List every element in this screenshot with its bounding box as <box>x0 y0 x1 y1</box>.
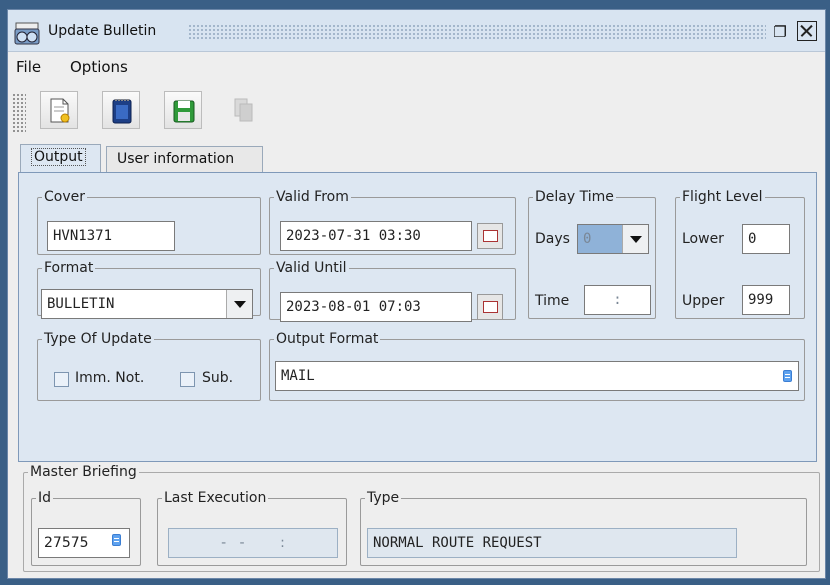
type-of-update-legend: Type Of Update <box>44 331 152 347</box>
delay-time-group: Delay Time Days 0 Time : <box>528 189 656 319</box>
title-bar[interactable]: Update Bulletin ❐ <box>8 10 825 52</box>
copy-button[interactable] <box>224 91 262 129</box>
chevron-down-icon[interactable] <box>622 225 648 253</box>
output-format-group: Output Format MAIL <box>269 331 805 401</box>
title-bar-texture <box>188 24 766 40</box>
id-value: 27575 <box>44 535 89 551</box>
output-format-input[interactable]: MAIL <box>275 361 799 391</box>
tab-output[interactable]: Output <box>20 144 101 174</box>
days-select-value: 0 <box>583 231 592 247</box>
database-icon[interactable] <box>112 534 121 546</box>
id-legend: Id <box>38 490 52 506</box>
type-legend: Type <box>367 490 400 506</box>
copy-icon <box>234 98 253 122</box>
valid-from-input[interactable]: 2023-07-31 03:30 <box>280 221 472 251</box>
format-select[interactable]: BULLETIN <box>41 289 253 319</box>
days-select[interactable]: 0 <box>577 224 649 254</box>
format-select-value: BULLETIN <box>47 296 115 312</box>
tab-user-information-label: User information <box>117 151 235 167</box>
valid-until-group: Valid Until 2023-08-01 07:03 <box>269 260 516 322</box>
notepad-button[interactable] <box>102 91 140 129</box>
cover-legend: Cover <box>44 189 85 205</box>
tab-user-information[interactable]: User information <box>106 146 263 172</box>
app-icon <box>14 22 40 45</box>
calendar-icon[interactable] <box>477 294 503 320</box>
id-input[interactable]: 27575 <box>38 528 130 558</box>
time-input[interactable]: : <box>584 285 651 315</box>
sub-checkbox[interactable] <box>180 372 195 387</box>
toolbar-grip[interactable] <box>12 93 26 133</box>
master-briefing-legend: Master Briefing <box>30 464 137 480</box>
save-button[interactable] <box>164 91 202 129</box>
new-document-icon <box>50 98 70 123</box>
type-of-update-group: Type Of Update Imm. Not. Sub. <box>37 331 261 401</box>
output-format-value: MAIL <box>281 368 315 384</box>
id-group: Id 27575 <box>31 490 141 566</box>
sub-label: Sub. <box>202 370 234 386</box>
lower-label: Lower <box>682 231 724 247</box>
imm-not-label: Imm. Not. <box>75 370 145 386</box>
calendar-icon[interactable] <box>477 223 503 249</box>
output-format-legend: Output Format <box>276 331 379 347</box>
type-input[interactable]: NORMAL ROUTE REQUEST <box>367 528 737 558</box>
output-panel: Cover HVN1371 Format BULLETIN Valid From… <box>18 172 817 462</box>
master-briefing-group: Master Briefing Id 27575 Last Execution … <box>23 464 820 572</box>
valid-until-legend: Valid Until <box>276 260 347 276</box>
database-icon[interactable] <box>783 370 792 382</box>
last-execution-legend: Last Execution <box>164 490 267 506</box>
save-icon <box>173 100 195 123</box>
upper-input[interactable]: 999 <box>742 285 790 315</box>
window-title: Update Bulletin <box>48 23 157 39</box>
valid-until-input[interactable]: 2023-08-01 07:03 <box>280 292 472 322</box>
update-bulletin-window: Update Bulletin ❐ File Options Output Us… <box>7 9 826 579</box>
cover-input[interactable]: HVN1371 <box>47 221 175 251</box>
time-label: Time <box>535 293 570 309</box>
new-document-button[interactable] <box>40 91 78 129</box>
last-execution-group: Last Execution - - : <box>157 490 347 566</box>
chevron-down-icon[interactable] <box>226 290 252 318</box>
days-label: Days <box>535 231 570 247</box>
lower-input[interactable]: 0 <box>742 224 790 254</box>
type-group: Type NORMAL ROUTE REQUEST <box>360 490 807 566</box>
last-execution-value: - - : <box>221 535 285 551</box>
format-group: Format BULLETIN <box>37 260 261 319</box>
last-execution-input[interactable]: - - : <box>168 528 338 558</box>
valid-from-legend: Valid From <box>276 189 349 205</box>
menu-bar: File Options <box>8 54 825 82</box>
notepad-icon <box>112 99 132 124</box>
flight-level-legend: Flight Level <box>682 189 763 205</box>
toolbar <box>8 83 825 139</box>
valid-from-group: Valid From 2023-07-31 03:30 <box>269 189 516 255</box>
restore-icon[interactable]: ❐ <box>769 21 791 43</box>
time-input-value: : <box>613 292 622 308</box>
menu-options[interactable]: Options <box>70 58 128 76</box>
menu-file[interactable]: File <box>16 58 41 76</box>
type-value: NORMAL ROUTE REQUEST <box>373 535 542 551</box>
flight-level-group: Flight Level Lower 0 Upper 999 <box>675 189 805 319</box>
upper-label: Upper <box>682 293 725 309</box>
imm-not-checkbox[interactable] <box>54 372 69 387</box>
delay-time-legend: Delay Time <box>535 189 614 205</box>
cover-group: Cover HVN1371 <box>37 189 261 255</box>
format-legend: Format <box>44 260 94 276</box>
tab-output-label: Output <box>31 148 86 166</box>
close-icon[interactable] <box>797 21 817 41</box>
